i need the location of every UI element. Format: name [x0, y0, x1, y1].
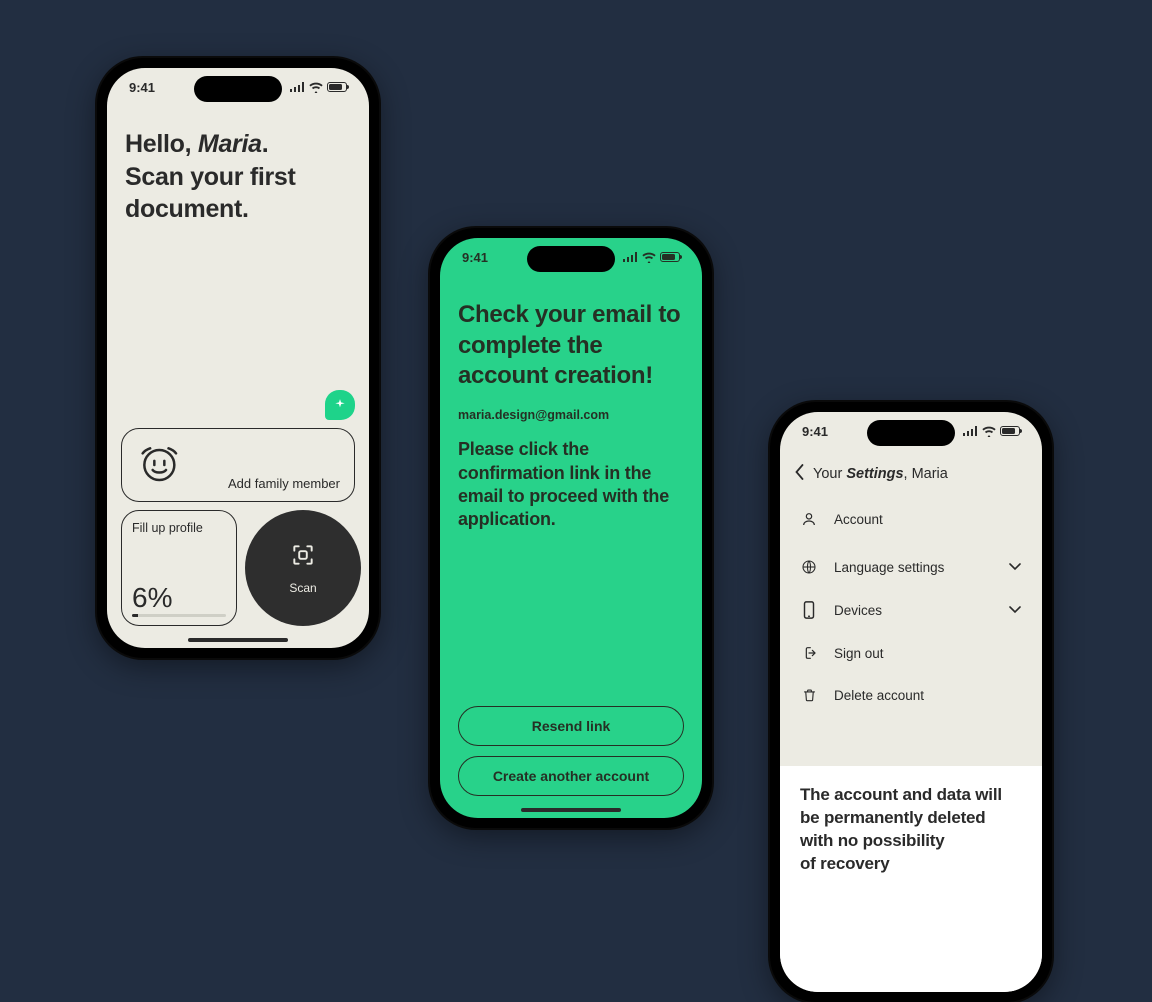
device-notch: [867, 420, 955, 446]
signal-icon: [623, 252, 638, 262]
add-family-label: Add family member: [194, 476, 340, 491]
verify-headline: Check your email to complete the account…: [458, 300, 684, 392]
signout-icon: [800, 645, 818, 661]
device-notch: [527, 246, 615, 272]
hero-heading: Hello, Maria. Scan your first document.: [125, 128, 351, 226]
menu-label-signout: Sign out: [834, 646, 1022, 661]
wifi-icon: [982, 426, 996, 437]
screen-settings: 9:41 Your Settings, Maria Ac: [780, 412, 1042, 992]
screen-home: 9:41 Hello, Maria. Scan your first docum…: [107, 68, 369, 648]
status-icons: [623, 252, 680, 263]
battery-icon: [1000, 426, 1020, 436]
menu-label-account: Account: [834, 512, 1022, 527]
scan-label: Scan: [289, 581, 316, 595]
resend-link-button[interactable]: Resend link: [458, 706, 684, 746]
profile-progress-percent: 6%: [132, 582, 226, 614]
settings-title-post: , Maria: [904, 466, 948, 482]
sparkle-badge[interactable]: [325, 390, 355, 420]
wifi-icon: [309, 82, 323, 93]
menu-item-devices[interactable]: Devices: [780, 588, 1042, 632]
battery-icon: [660, 252, 680, 262]
settings-menu: Account Language settings Devices: [780, 498, 1042, 716]
greeting-pre: Hello,: [125, 130, 198, 158]
chevron-left-icon: [794, 464, 805, 480]
status-time: 9:41: [129, 80, 155, 95]
warn-l4: of recovery: [800, 854, 889, 873]
delete-warning-text: The account and data will be permanently…: [800, 784, 1022, 876]
greeting-post: .: [262, 130, 269, 158]
menu-item-language[interactable]: Language settings: [780, 546, 1042, 588]
warn-l3: with no possibility: [800, 831, 944, 850]
settings-title-pre: Your: [813, 466, 846, 482]
phone-verify-email: 9:41 Check your email to complete the ac…: [430, 228, 712, 828]
home-indicator: [188, 638, 288, 642]
phone-home: 9:41 Hello, Maria. Scan your first docum…: [97, 58, 379, 658]
status-icons: [963, 426, 1020, 437]
scan-button[interactable]: Scan: [245, 510, 361, 626]
headline-line3: document.: [125, 195, 249, 223]
chevron-down-icon: [1008, 603, 1022, 618]
settings-title-em: Settings: [846, 466, 903, 482]
profile-progress-bar: [132, 614, 226, 617]
verify-subtext: Please click the confirmation link in th…: [458, 438, 684, 532]
profile-progress-card[interactable]: Fill up profile 6%: [121, 510, 237, 626]
profile-progress-title: Fill up profile: [132, 521, 226, 535]
status-icons: [290, 82, 347, 93]
settings-title: Your Settings, Maria: [813, 466, 948, 482]
screen-verify-email: 9:41 Check your email to complete the ac…: [440, 238, 702, 818]
doodle-face-icon: [136, 445, 186, 485]
phone-icon: [800, 601, 818, 619]
add-family-card[interactable]: Add family member: [121, 428, 355, 502]
warn-l1: The account and data will: [800, 785, 1002, 804]
warn-l2: be permanently deleted: [800, 808, 986, 827]
user-icon: [800, 511, 818, 527]
create-another-label: Create another account: [493, 768, 649, 784]
create-another-account-button[interactable]: Create another account: [458, 756, 684, 796]
status-time: 9:41: [462, 250, 488, 265]
profile-progress-fill: [132, 614, 138, 617]
delete-warning-panel: The account and data will be permanently…: [780, 766, 1042, 992]
menu-label-delete: Delete account: [834, 688, 1022, 703]
menu-item-account[interactable]: Account: [780, 498, 1042, 540]
menu-label-devices: Devices: [834, 603, 992, 618]
back-button[interactable]: [794, 464, 805, 484]
resend-link-label: Resend link: [532, 718, 611, 734]
signal-icon: [963, 426, 978, 436]
status-time: 9:41: [802, 424, 828, 439]
verify-email-address: maria.design@gmail.com: [458, 408, 684, 422]
phone-settings: 9:41 Your Settings, Maria Ac: [770, 402, 1052, 1002]
globe-icon: [800, 559, 818, 575]
device-notch: [194, 76, 282, 102]
menu-item-signout[interactable]: Sign out: [780, 632, 1042, 674]
chevron-down-icon: [1008, 560, 1022, 575]
scan-icon: [290, 542, 316, 573]
settings-header: Your Settings, Maria: [794, 464, 1028, 484]
headline-line2: Scan your first: [125, 163, 296, 191]
trash-icon: [800, 687, 818, 703]
home-indicator: [521, 808, 621, 812]
wifi-icon: [642, 252, 656, 263]
sparkle-icon: [333, 398, 347, 412]
menu-item-delete-account[interactable]: Delete account: [780, 674, 1042, 716]
signal-icon: [290, 82, 305, 92]
battery-icon: [327, 82, 347, 92]
menu-label-language: Language settings: [834, 560, 992, 575]
greeting-name: Maria: [198, 130, 262, 158]
